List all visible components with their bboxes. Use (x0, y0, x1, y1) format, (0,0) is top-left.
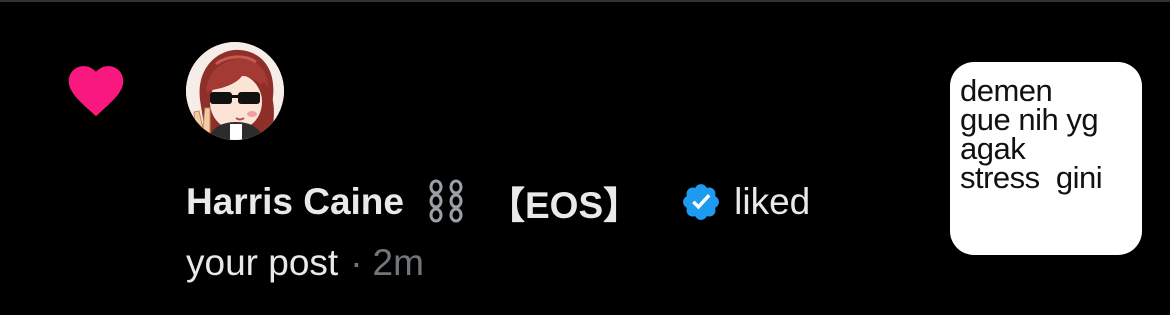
post-preview-line: stress gini (960, 160, 1103, 195)
avatar[interactable] (186, 42, 284, 140)
post-preview-line: demen (960, 73, 1053, 108)
notification-action: liked (734, 181, 811, 222)
chain-icon (429, 179, 463, 223)
notification-headline: Harris Caine 【EOS】 liked (186, 176, 810, 228)
separator-dot: · (350, 242, 363, 283)
user-display-name[interactable]: Harris Caine (186, 181, 404, 223)
heart-icon (68, 66, 124, 117)
post-preview-thumbnail[interactable]: demen gue nih yg agak stress gini (950, 62, 1142, 255)
post-preview-line: agak (960, 131, 1026, 166)
notification-subline: your post · 2m (186, 238, 424, 288)
notification-object: your post (186, 242, 339, 283)
like-notification[interactable]: Harris Caine 【EOS】 liked your post · 2m … (0, 0, 1170, 315)
timestamp: 2m (372, 242, 424, 283)
avatar-illustration (186, 42, 284, 140)
post-preview-text: demen gue nih yg agak stress gini (960, 73, 1138, 195)
post-preview-line: gue nih yg (960, 102, 1099, 137)
user-name-tag[interactable]: 【EOS】 (488, 175, 640, 229)
verified-badge-icon (683, 184, 720, 220)
